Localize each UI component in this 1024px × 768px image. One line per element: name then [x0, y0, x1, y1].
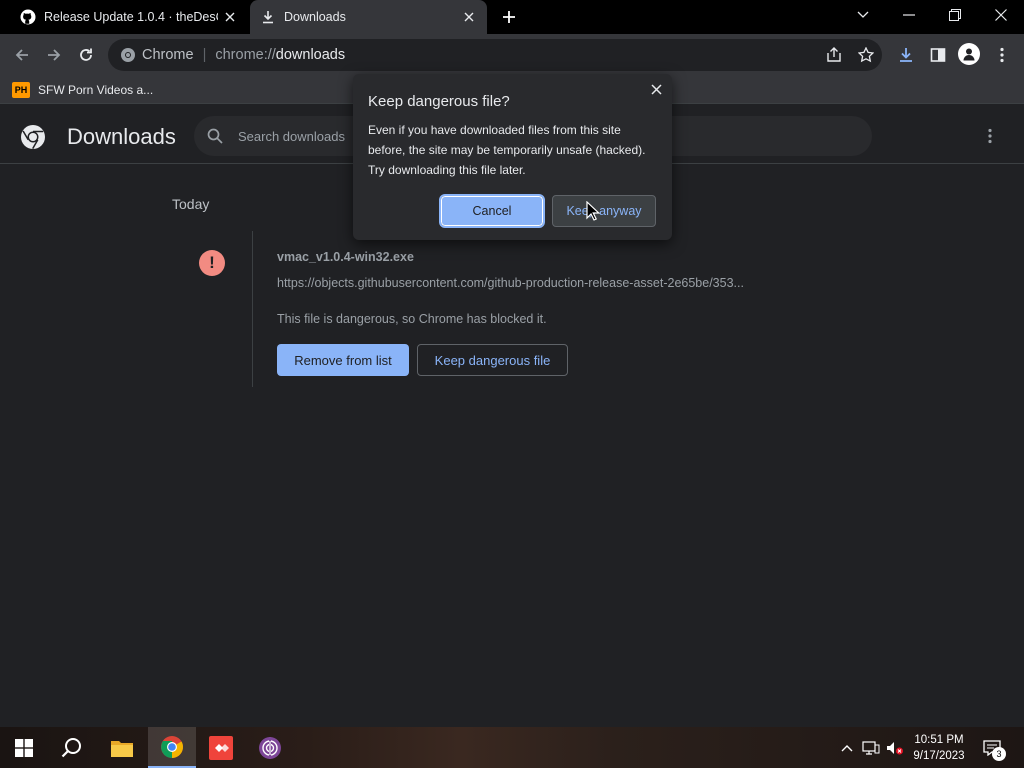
more-actions-icon[interactable]: [980, 125, 1000, 147]
date-section-heading: Today: [172, 196, 210, 212]
divider: [252, 231, 253, 387]
forward-icon[interactable]: [42, 43, 66, 67]
omnibox-separator: |: [202, 47, 207, 63]
tor-browser-icon[interactable]: [246, 727, 294, 768]
warning-icon: !: [199, 250, 225, 276]
search-icon: [207, 128, 223, 144]
clock-date: 9/17/2023: [913, 750, 965, 762]
download-icon: [260, 9, 276, 25]
chrome-menu-icon[interactable]: [990, 43, 1014, 67]
omnibox-scheme: chrome://: [215, 47, 276, 63]
system-clock[interactable]: 10:51 PM 9/17/2023: [906, 732, 972, 764]
restore-icon[interactable]: [932, 0, 978, 30]
close-icon[interactable]: [461, 9, 477, 25]
side-panel-icon[interactable]: [926, 43, 950, 67]
mouse-cursor-icon: [586, 201, 600, 221]
profile-avatar-icon[interactable]: [958, 43, 980, 65]
chrome-logo-icon: [20, 124, 46, 150]
dialog-close-icon[interactable]: [647, 80, 665, 98]
tab-title: Downloads: [284, 10, 346, 24]
browser-toolbar: Chrome | chrome://downloads: [0, 34, 1024, 76]
tab-title: Release Update 1.0.4 · theDesConnect/: [44, 10, 218, 24]
bookmark-label: SFW Porn Videos a...: [38, 83, 154, 97]
file-url[interactable]: https://objects.githubusercontent.com/gi…: [277, 276, 744, 290]
dialog-title: Keep dangerous file?: [368, 93, 510, 110]
volume-muted-icon[interactable]: [886, 739, 904, 757]
keep-anyway-button[interactable]: Keep anyway: [552, 195, 656, 227]
address-bar[interactable]: Chrome | chrome://downloads: [108, 39, 882, 71]
chrome-icon[interactable]: [148, 727, 196, 768]
notification-count-badge: 3: [992, 747, 1006, 761]
windows-start-icon[interactable]: [0, 727, 48, 768]
omnibox-path: downloads: [275, 47, 346, 63]
downloads-toolbar-icon[interactable]: [894, 43, 918, 67]
windows-taskbar: 10:51 PM 9/17/2023 3: [0, 727, 1024, 768]
back-icon[interactable]: [10, 43, 34, 67]
reload-icon[interactable]: [74, 43, 98, 67]
download-item: ! vmac_v1.0.4-win32.exe https://objects.…: [175, 231, 875, 387]
keep-dangerous-file-dialog: Keep dangerous file? Even if you have do…: [353, 74, 672, 240]
network-icon[interactable]: [862, 739, 880, 757]
minimize-icon[interactable]: [886, 0, 932, 30]
github-icon: [20, 9, 36, 25]
anydesk-icon[interactable]: [197, 727, 245, 768]
chrome-site-icon[interactable]: [120, 47, 136, 63]
search-icon[interactable]: [48, 727, 96, 768]
omnibox-site-label: Chrome: [142, 47, 194, 63]
bookmark-favicon: PH: [12, 82, 30, 98]
new-tab-button[interactable]: [498, 6, 520, 28]
tab-search-chevron-icon[interactable]: [840, 0, 886, 30]
tab-strip: Release Update 1.0.4 · theDesConnect/ Do…: [0, 0, 1024, 34]
close-icon[interactable]: [222, 9, 238, 25]
keep-dangerous-file-button[interactable]: Keep dangerous file: [417, 344, 568, 376]
cancel-button[interactable]: Cancel: [439, 194, 545, 228]
clock-time: 10:51 PM: [914, 734, 964, 746]
tab-downloads[interactable]: Downloads: [250, 0, 487, 34]
remove-from-list-button[interactable]: Remove from list: [277, 344, 409, 376]
dialog-message: Even if you have downloaded files from t…: [368, 123, 646, 177]
show-hidden-icons-chevron-icon[interactable]: [838, 739, 856, 757]
page-title: Downloads: [67, 124, 176, 149]
window-close-icon[interactable]: [978, 0, 1024, 30]
file-name: vmac_v1.0.4-win32.exe: [277, 250, 414, 264]
file-status: This file is dangerous, so Chrome has bl…: [277, 312, 547, 326]
tab-release-update[interactable]: Release Update 1.0.4 · theDesConnect/: [0, 0, 248, 34]
bookmark-item[interactable]: PH SFW Porn Videos a...: [12, 80, 153, 100]
share-icon[interactable]: [822, 43, 846, 67]
bookmark-star-icon[interactable]: [854, 43, 878, 67]
file-explorer-icon[interactable]: [98, 727, 146, 768]
